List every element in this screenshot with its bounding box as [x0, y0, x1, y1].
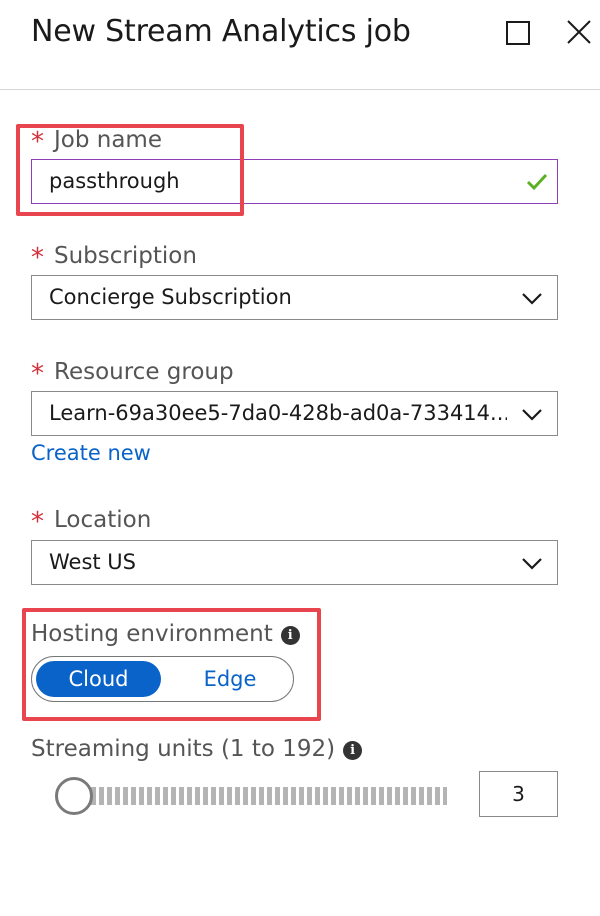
- streaming-units-label-text: Streaming units (1 to 192): [31, 736, 336, 762]
- chevron-down-icon: [521, 289, 543, 307]
- info-icon[interactable]: i: [343, 741, 363, 760]
- required-marker: *: [31, 243, 44, 273]
- resource-group-label-text: Resource group: [54, 359, 234, 385]
- subscription-label: * Subscription: [31, 240, 197, 273]
- job-name-value: passthrough: [49, 169, 180, 193]
- streaming-units-slider[interactable]: [55, 776, 447, 816]
- subscription-value: Concierge Subscription: [49, 285, 292, 309]
- subscription-dropdown[interactable]: Concierge Subscription: [31, 275, 558, 320]
- required-marker: *: [31, 359, 44, 389]
- location-label: * Location: [31, 504, 152, 537]
- hosting-option-edge[interactable]: Edge: [175, 661, 285, 697]
- resource-group-dropdown[interactable]: Learn-69a30ee5-7da0-428b-ad0a-733414...: [31, 391, 558, 436]
- streaming-units-input[interactable]: 3: [479, 771, 558, 817]
- info-icon[interactable]: i: [280, 626, 300, 645]
- required-marker: *: [31, 507, 44, 537]
- chevron-down-icon: [521, 405, 543, 423]
- checkmark-icon: [526, 172, 548, 192]
- hosting-option-cloud[interactable]: Cloud: [36, 661, 161, 697]
- location-label-text: Location: [54, 507, 152, 533]
- maximize-icon[interactable]: [506, 21, 530, 45]
- job-name-label: * Job name: [31, 124, 162, 157]
- streaming-units-label: Streaming units (1 to 192) i: [31, 736, 363, 762]
- page-title: New Stream Analytics job: [31, 14, 411, 49]
- resource-group-label: * Resource group: [31, 356, 234, 389]
- job-name-input[interactable]: passthrough: [31, 159, 558, 204]
- job-name-label-text: Job name: [54, 127, 162, 153]
- blade-header: New Stream Analytics job: [0, 0, 600, 90]
- subscription-label-text: Subscription: [54, 243, 197, 269]
- close-icon[interactable]: [565, 18, 593, 46]
- chevron-down-icon: [521, 554, 543, 572]
- slider-thumb[interactable]: [55, 777, 93, 815]
- location-dropdown[interactable]: West US: [31, 540, 558, 585]
- slider-track[interactable]: [75, 787, 447, 805]
- hosting-environment-label-text: Hosting environment: [31, 621, 273, 647]
- location-value: West US: [49, 550, 137, 574]
- create-new-link[interactable]: Create new: [31, 441, 151, 465]
- resource-group-value: Learn-69a30ee5-7da0-428b-ad0a-733414...: [49, 401, 507, 425]
- hosting-environment-label: Hosting environment i: [31, 621, 300, 647]
- hosting-environment-toggle[interactable]: Cloud Edge: [31, 656, 294, 702]
- required-marker: *: [31, 127, 44, 157]
